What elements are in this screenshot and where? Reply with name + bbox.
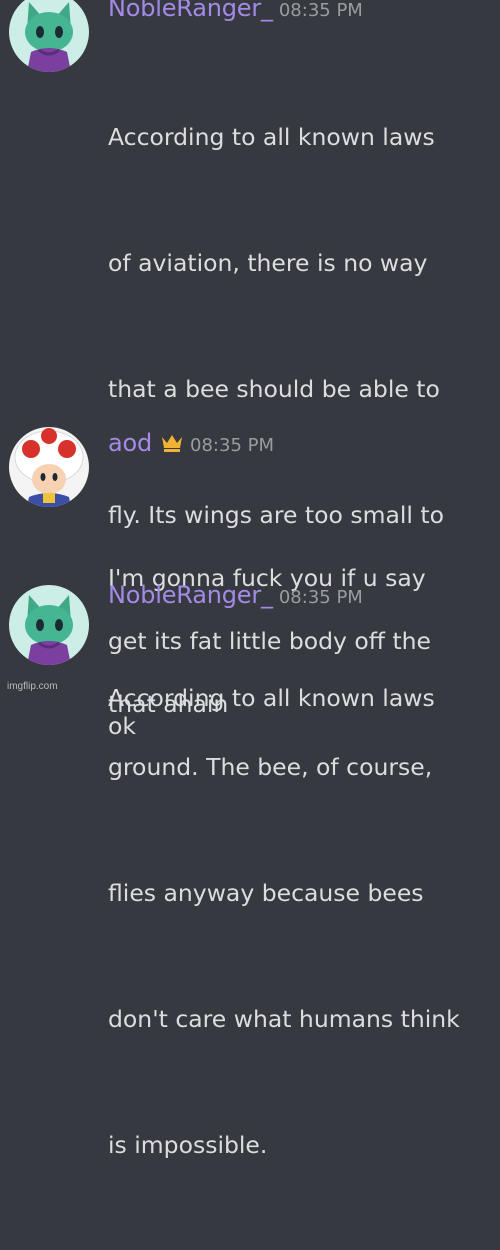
message-line: of aviation, there is no way xyxy=(108,249,428,277)
chat-message: aod 08:35 PM I'm gonna fuck you if u say… xyxy=(0,425,500,718)
message-line: don't care what humans think xyxy=(108,1005,460,1033)
green-cat-avatar-icon[interactable] xyxy=(9,0,89,72)
green-cat-avatar-icon[interactable] xyxy=(9,585,89,665)
message-line: According to all known laws xyxy=(108,123,435,151)
message-line: is impossible. xyxy=(108,1131,268,1159)
toad-avatar-icon[interactable] xyxy=(9,427,89,507)
chat-message-list: NobleRanger_ 08:35 PM According to all k… xyxy=(0,0,500,1159)
message-line: flies anyway because bees xyxy=(108,879,424,907)
crown-icon xyxy=(160,433,184,453)
timestamp: 08:35 PM xyxy=(278,587,363,608)
message-text: ok xyxy=(108,621,500,831)
imgflip-watermark: imgflip.com xyxy=(7,681,58,692)
chat-message: NobleRanger_ 08:35 PM According to all k… xyxy=(0,0,500,1159)
partial-message-line: According to all known laws xyxy=(108,684,435,712)
chat-message: NobleRanger_ 08:35 PM ok xyxy=(0,575,500,740)
username[interactable]: NobleRanger_ xyxy=(108,0,273,22)
username[interactable]: NobleRanger_ xyxy=(108,581,273,609)
message-line: that a bee should be able to xyxy=(108,375,440,403)
timestamp: 08:35 PM xyxy=(190,435,275,456)
username[interactable]: aod xyxy=(108,429,152,457)
timestamp: 08:35 PM xyxy=(278,0,363,21)
